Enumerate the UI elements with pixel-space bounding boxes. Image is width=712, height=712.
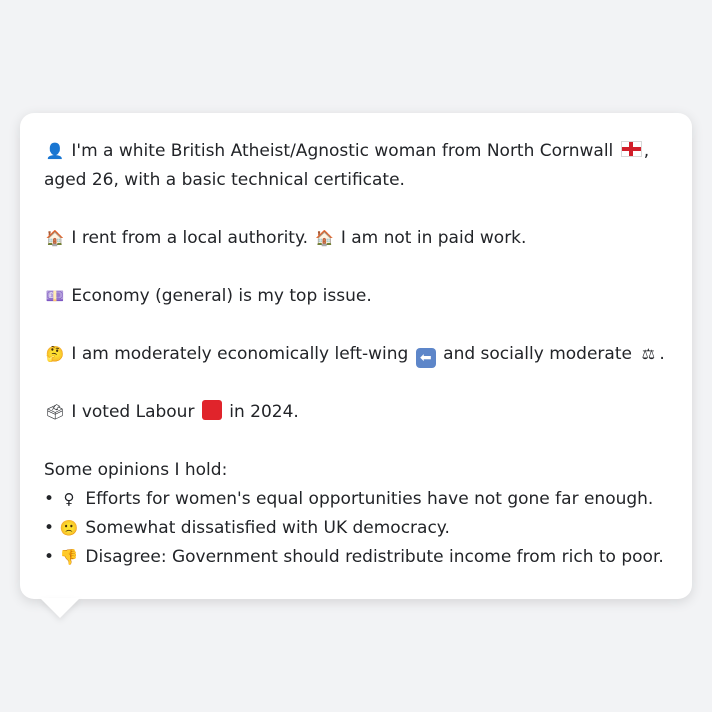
vote-year-text: in 2024. <box>229 402 299 422</box>
balance-scale-icon: ⚖ <box>641 345 656 363</box>
opinion-text: Disagree: Government should redistribute… <box>85 547 664 567</box>
ideology-period: . <box>659 344 665 364</box>
opinions-list: • ♀ Efforts for women's equal opportuniti… <box>44 485 670 572</box>
thumbs-down-icon: 👎 <box>59 548 79 566</box>
opinion-text: Somewhat dissatisfied with UK democracy. <box>85 518 450 538</box>
employment-text: I am not in paid work. <box>340 228 527 248</box>
top-issue-line: 💷 Economy (general) is my top issue. <box>44 282 670 311</box>
ballot-box-icon: 🗳 <box>45 403 65 421</box>
list-item: • ♀ Efforts for women's equal opportuniti… <box>44 485 670 514</box>
persona-card: 👤 I'm a white British Atheist/Agnostic w… <box>20 113 692 599</box>
person-silhouette-icon: 👤 <box>45 142 65 160</box>
house-icon: 🏠 <box>45 229 65 247</box>
england-flag-icon <box>620 141 642 157</box>
left-arrow-icon: ⬅ <box>415 348 436 368</box>
opinions-heading: Some opinions I hold: <box>44 460 228 480</box>
thinking-face-icon: 🤔 <box>45 345 65 363</box>
bullet: • <box>44 518 55 538</box>
ideology-line: 🤔 I am moderately economically left-wing… <box>44 340 670 369</box>
bullet: • <box>44 547 55 567</box>
identity-text: I'm a white British Atheist/Agnostic wom… <box>71 141 614 161</box>
housing-text: I rent from a local authority. <box>71 228 308 248</box>
list-item: • 👎 Disagree: Government should redistrib… <box>44 543 670 572</box>
labour-red-square-icon <box>201 400 222 420</box>
bullet: • <box>44 489 55 509</box>
opinion-text: Efforts for women's equal opportunities … <box>85 489 654 509</box>
housing-line: 🏠 I rent from a local authority. 🏠 I am … <box>44 224 670 253</box>
vote-text: I voted Labour <box>71 402 195 422</box>
pound-banknote-icon: 💷 <box>45 287 65 305</box>
list-item: • 🙁 Somewhat dissatisfied with UK democra… <box>44 514 670 543</box>
identity-line: 👤 I'm a white British Atheist/Agnostic w… <box>44 137 670 195</box>
house-icon-2: 🏠 <box>315 229 334 247</box>
slightly-frowning-face-icon: 🙁 <box>59 519 79 537</box>
economic-position-text: I am moderately economically left-wing <box>71 344 409 364</box>
speech-bubble-tail <box>40 598 80 618</box>
vote-line: 🗳 I voted Labour in 2024. <box>44 398 670 427</box>
social-position-text: and socially moderate <box>443 344 632 364</box>
top-issue-text: Economy (general) is my top issue. <box>71 286 372 306</box>
female-sign-icon: ♀ <box>63 490 75 508</box>
